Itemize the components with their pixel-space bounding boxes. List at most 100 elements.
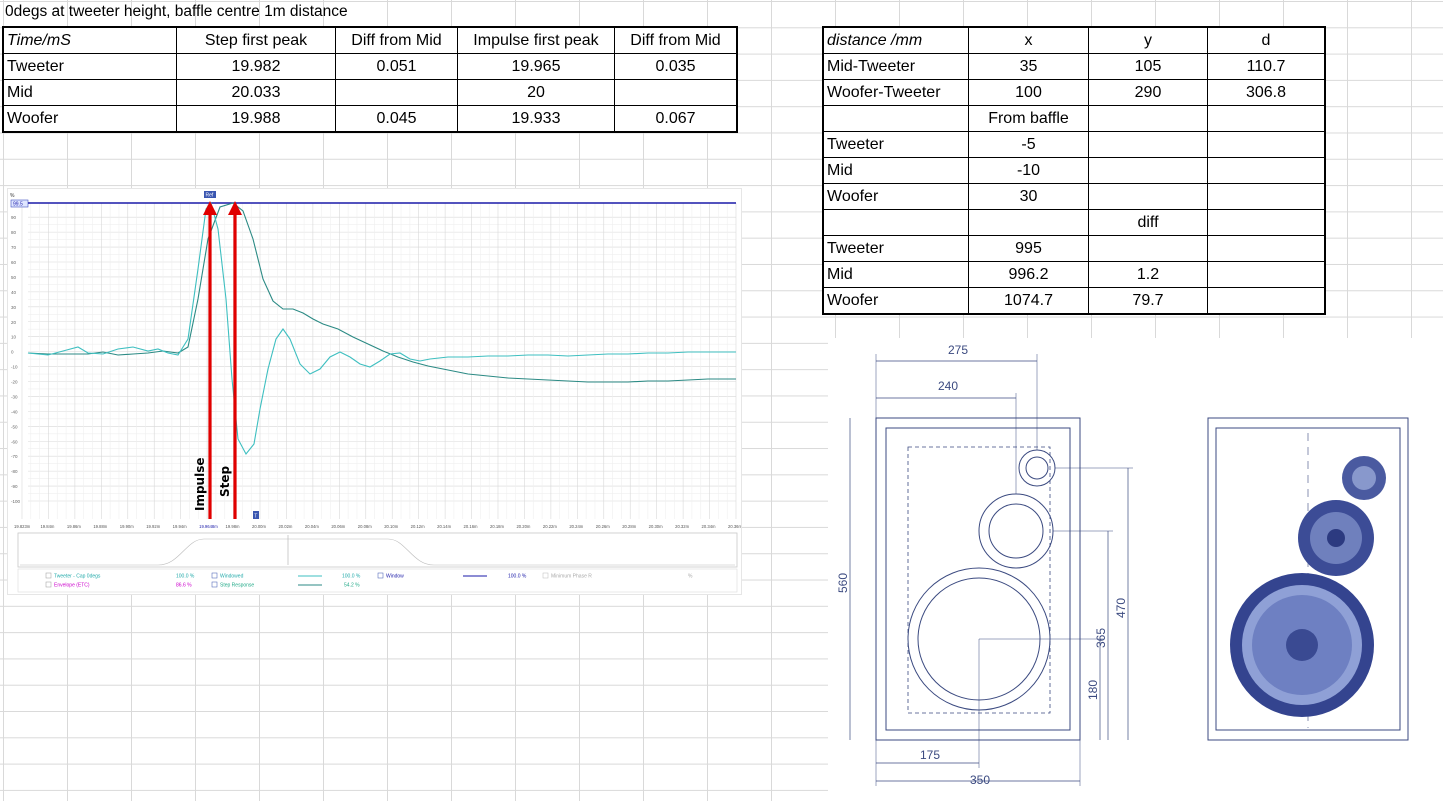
table-cell[interactable]: Tweeter [823, 131, 969, 158]
table-cell[interactable]: Woofer [823, 183, 969, 210]
table-cell[interactable]: 110.7 [1207, 53, 1325, 80]
table-cell[interactable] [1207, 183, 1325, 210]
table-cell[interactable]: 35 [968, 53, 1089, 80]
table-cell[interactable]: Woofer-Tweeter [823, 79, 969, 106]
legend-checkbox-step[interactable] [211, 581, 218, 588]
table-cell[interactable]: Tweeter [823, 235, 969, 262]
y-unit-label: % [10, 193, 15, 199]
y-tick-label: -40 [11, 409, 18, 414]
table-cell[interactable]: 290 [1088, 79, 1208, 106]
table-cell[interactable]: -5 [968, 131, 1089, 158]
table-cell[interactable]: 30 [968, 183, 1089, 210]
table-cell[interactable]: 105 [1088, 53, 1208, 80]
header-cell[interactable]: Time/mS [3, 27, 177, 54]
table-cell[interactable]: -10 [968, 157, 1089, 184]
x-tick-label: 20.00m [252, 524, 266, 529]
table-row: diff [823, 209, 1325, 236]
table-cell[interactable]: Mid [823, 157, 969, 184]
table-cell[interactable] [1207, 261, 1325, 288]
table-cell[interactable]: 19.988 [176, 105, 336, 132]
table-cell[interactable]: 995 [968, 235, 1089, 262]
table-cell[interactable]: 100 [968, 79, 1089, 106]
table-row: Woofer-Tweeter 100 290 306.8 [823, 79, 1325, 106]
speaker-cabinet-drawing[interactable]: 275 240 560 470 365 180 175 350 [828, 338, 1443, 801]
table-cell[interactable]: 0.067 [614, 105, 737, 132]
y-tick-label: 80 [11, 230, 17, 235]
table-cell[interactable] [1088, 131, 1208, 158]
step-response-curve [27, 202, 736, 383]
tweeter-inner-circle [1025, 456, 1049, 480]
table-cell[interactable]: Tweeter [3, 53, 177, 80]
x-tick-label: 20.24m [569, 524, 583, 529]
header-cell[interactable]: Diff from Mid [335, 27, 458, 54]
table-cell[interactable]: Mid [3, 79, 177, 106]
cursor-value: 99.5 [13, 202, 23, 208]
legend-envelope-pct: 86.6 % [176, 583, 192, 589]
legend-checkbox-envelope[interactable] [45, 581, 52, 588]
y-tick-label: -50 [11, 424, 18, 429]
x-tick-label: 19.84m [40, 524, 54, 529]
table-cell[interactable] [823, 209, 969, 236]
table-cell[interactable]: 996.2 [968, 261, 1089, 288]
table-cell[interactable]: 20 [457, 79, 615, 106]
table-cell[interactable]: 0.051 [335, 53, 458, 80]
table-cell[interactable]: 79.7 [1088, 287, 1208, 314]
header-cell[interactable]: Step first peak [176, 27, 336, 54]
table-cell[interactable] [823, 105, 969, 132]
table-cell[interactable]: 19.965 [457, 53, 615, 80]
table-cell[interactable]: Mid-Tweeter [823, 53, 969, 80]
header-cell[interactable]: y [1088, 27, 1208, 54]
table-cell[interactable]: 1.2 [1088, 261, 1208, 288]
table-row: Mid 996.2 1.2 [823, 261, 1325, 288]
impulse-step-graph[interactable]: % 99.5 90 80 70 60 50 40 30 20 10 0 -10 -20 -30 -40 -5… [7, 188, 744, 595]
x-tick-label: 20.28m [622, 524, 636, 529]
y-tick-label: -10 [11, 365, 18, 370]
x-tick-label: 20.16m [464, 524, 478, 529]
table-cell[interactable] [614, 79, 737, 106]
table-cell[interactable] [1207, 131, 1325, 158]
legend-checkbox-tweeter[interactable] [45, 572, 52, 579]
dim-470: 470 [1114, 598, 1128, 618]
table-cell[interactable]: 19.982 [176, 53, 336, 80]
table-cell[interactable] [1207, 105, 1325, 132]
table-cell[interactable] [1088, 105, 1208, 132]
sheet-title[interactable]: 0degs at tweeter height, baffle centre 1… [5, 3, 348, 21]
dim-350: 350 [970, 773, 990, 787]
header-cell[interactable]: Impulse first peak [457, 27, 615, 54]
render-woofer-dustcap [1286, 629, 1318, 661]
table-row: Woofer 19.988 0.045 19.933 0.067 [3, 105, 737, 132]
table-cell[interactable]: 19.933 [457, 105, 615, 132]
table-cell[interactable] [1207, 157, 1325, 184]
table-cell[interactable] [335, 79, 458, 106]
table-cell[interactable]: 0.045 [335, 105, 458, 132]
table-cell[interactable] [1207, 287, 1325, 314]
header-cell[interactable]: x [968, 27, 1089, 54]
y-tick-label: -70 [11, 454, 18, 459]
header-cell[interactable]: d [1207, 27, 1325, 54]
overview-strip[interactable] [17, 532, 738, 568]
legend-checkbox-window[interactable] [377, 572, 384, 579]
table-cell[interactable]: Woofer [823, 287, 969, 314]
table-cell[interactable]: Mid [823, 261, 969, 288]
table-cell[interactable] [968, 209, 1089, 236]
table-cell[interactable] [1088, 183, 1208, 210]
table-cell[interactable] [1088, 157, 1208, 184]
table-cell[interactable] [1207, 209, 1325, 236]
table-cell[interactable]: From baffle [968, 105, 1089, 132]
header-cell[interactable]: Diff from Mid [614, 27, 737, 54]
table-cell[interactable]: diff [1088, 209, 1208, 236]
table-cell[interactable]: 306.8 [1207, 79, 1325, 106]
header-cell[interactable]: distance /mm [823, 27, 969, 54]
legend-checkbox-min-phase[interactable] [542, 572, 549, 579]
legend-tweeter: Tweeter - Cap 0degs [54, 574, 101, 580]
table-cell[interactable]: 0.035 [614, 53, 737, 80]
table-cell[interactable]: 20.033 [176, 79, 336, 106]
table-cell[interactable]: 1074.7 [968, 287, 1089, 314]
table-cell[interactable] [1207, 235, 1325, 262]
distance-table: distance /mm x y d Mid-Tweeter 35 105 110.7… [822, 26, 1326, 315]
legend-checkbox-windowed[interactable] [211, 572, 218, 579]
table-cell[interactable] [1088, 235, 1208, 262]
legend-windowed-pct: 100.0 % [342, 574, 361, 580]
table-cell[interactable]: Woofer [3, 105, 177, 132]
legend-tweeter-pct: 100.0 % [176, 574, 195, 580]
